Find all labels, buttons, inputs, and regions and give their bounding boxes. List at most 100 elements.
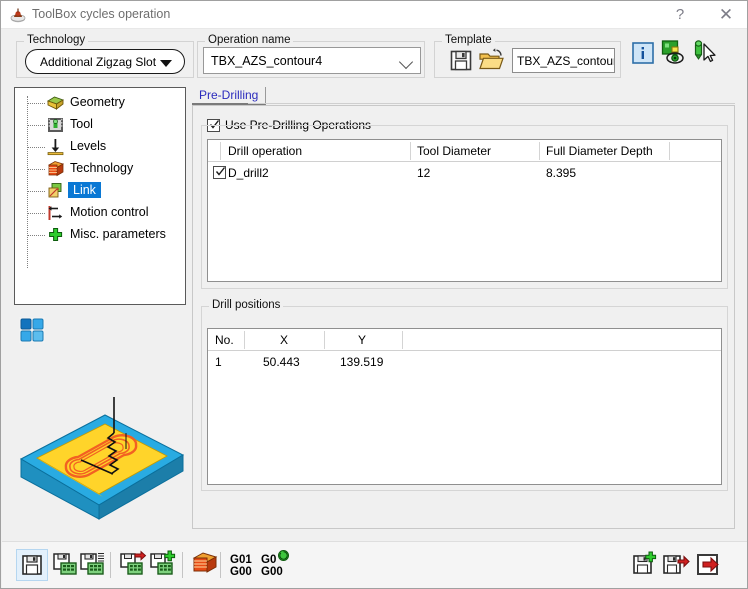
column-header-drill-operation[interactable]: Drill operation [228,144,302,158]
technology-icon [46,160,65,178]
column-header-x[interactable]: X [280,333,288,347]
pre-drilling-panel: Use Pre-Drilling Operations Drill operat… [192,105,735,529]
toolbar-separator [110,552,111,578]
tree-item-link[interactable]: Link [15,180,185,202]
tree-item-label: Misc. parameters [70,227,166,241]
cell-x: 50.443 [263,355,300,369]
save-to-machine-list-icon[interactable] [78,549,110,581]
floppy-save-icon[interactable] [448,47,474,73]
column-header-no[interactable]: No. [215,333,234,347]
close-button[interactable]: ✕ [703,1,748,28]
operation-name-group: Operation name TBX_AZS_contour4 [197,34,425,78]
gcode-line1: G0 [261,554,277,566]
window-title: ToolBox cycles operation [32,7,171,21]
operation-name-group-label: Operation name [205,34,294,46]
cell-full-diameter-depth: 8.395 [546,166,577,180]
save-new-icon[interactable] [630,549,662,581]
header-separator [402,331,403,349]
post-process-add-icon[interactable] [148,549,180,581]
tree-connector-icon [27,147,45,149]
toolbar-separator [220,552,221,578]
post-process-icon[interactable] [118,549,150,581]
levels-icon [46,138,65,156]
header-separator [410,142,411,160]
column-header-full-diameter-depth[interactable]: Full Diameter Depth [546,144,653,158]
chevron-down-icon [160,60,172,67]
header-separator [220,142,221,160]
motion-control-icon [46,204,65,222]
tree-item-levels[interactable]: Levels [15,136,185,158]
cell-drill-operation: D_drill2 [228,166,269,180]
template-name-value: TBX_AZS_contour3.t [517,54,614,68]
info-icon[interactable] [631,41,659,69]
gcode-line1: G01 [230,554,252,566]
help-button[interactable]: ? [657,1,703,28]
tree-connector-icon [27,191,45,193]
navigation-tree[interactable]: Geometry Tool Levels Technology Link Mot… [14,87,186,305]
geometry-icon [46,94,65,112]
toolbar-separator [182,552,183,578]
drill-positions-list[interactable]: No. X Y 1 50.443 139.519 [207,328,722,485]
technology-group: Technology Additional Zigzag Slot [16,34,194,78]
title-bar: ToolBox cycles operation ? ✕ [1,1,747,29]
toolbox-cycles-window: ToolBox cycles operation ? ✕ Technology … [0,0,748,589]
template-group: Template TBX_AZS_contour3.t [434,34,621,78]
table-row[interactable]: D_drill2 12 8.395 [208,162,721,184]
technology-selected-value: Additional Zigzag Slot [40,55,157,69]
gcode-g01-g00-label[interactable]: G01 G00 [230,554,252,578]
save-icon[interactable] [16,549,48,581]
tree-item-label: Technology [70,161,134,175]
tree-item-label: Levels [70,139,107,153]
gcode-line2: G00 [230,566,252,578]
tree-item-motion-control[interactable]: Motion control [15,202,185,224]
tree-connector-icon [27,169,45,171]
cell-y: 139.519 [340,355,384,369]
gcode-line2: G00 [261,566,283,578]
tree-connector-icon [27,235,45,237]
tool-pick-cursor-icon[interactable] [690,38,718,66]
column-header-tool-diameter[interactable]: Tool Diameter [417,144,491,158]
cell-tool-diameter: 12 [417,166,431,180]
tree-item-technology[interactable]: Technology [15,158,185,180]
row-checkbox[interactable] [213,166,226,179]
tree-item-geometry[interactable]: Geometry [15,92,185,114]
tab-strip-underline [248,103,735,104]
save-exit-icon[interactable] [661,549,693,581]
check-icon [215,167,226,176]
tree-item-label: Geometry [70,95,125,109]
chevron-down-icon [398,54,414,70]
exit-icon[interactable] [694,549,726,581]
technology-group-label: Technology [24,34,89,46]
header-separator [244,331,245,349]
pre-drilling-operations-list[interactable]: Drill operation Tool Diameter Full Diame… [207,139,722,282]
open-folder-icon[interactable] [478,47,504,73]
operation-name-combobox[interactable]: TBX_AZS_contour4 [203,47,421,74]
operation-name-value: TBX_AZS_contour4 [211,54,323,68]
tree-connector-icon [27,125,45,127]
list-header: Drill operation Tool Diameter Full Diame… [208,140,721,162]
template-name-field[interactable]: TBX_AZS_contour3.t [512,48,615,73]
bottom-toolbar: G01 G00 G0 G00 [2,541,747,588]
header-separator [539,142,540,160]
link-icon [46,182,65,200]
tab-strip: Pre-Drilling [192,87,735,105]
column-header-y[interactable]: Y [358,333,366,347]
gcode-rapid-badge-icon [278,550,289,561]
technology-combobox[interactable]: Additional Zigzag Slot [25,49,185,74]
cell-no: 1 [215,355,222,369]
header-separator [324,331,325,349]
tree-item-misc-parameters[interactable]: Misc. parameters [15,224,185,246]
misc-parameters-icon [46,226,65,244]
tree-connector-icon [27,213,45,215]
template-group-label: Template [442,34,495,46]
header-separator [669,142,670,160]
stock-material-icon[interactable] [190,549,222,581]
tree-item-label: Tool [70,117,93,131]
drill-positions-label: Drill positions [209,299,284,311]
simulate-preview-icon[interactable] [660,38,688,66]
table-row[interactable]: 1 50.443 139.519 [208,351,721,373]
list-header: No. X Y [208,329,721,351]
toolbox-icon [9,6,27,24]
tree-item-tool[interactable]: Tool [15,114,185,136]
four-squares-grid-icon[interactable] [18,316,46,344]
